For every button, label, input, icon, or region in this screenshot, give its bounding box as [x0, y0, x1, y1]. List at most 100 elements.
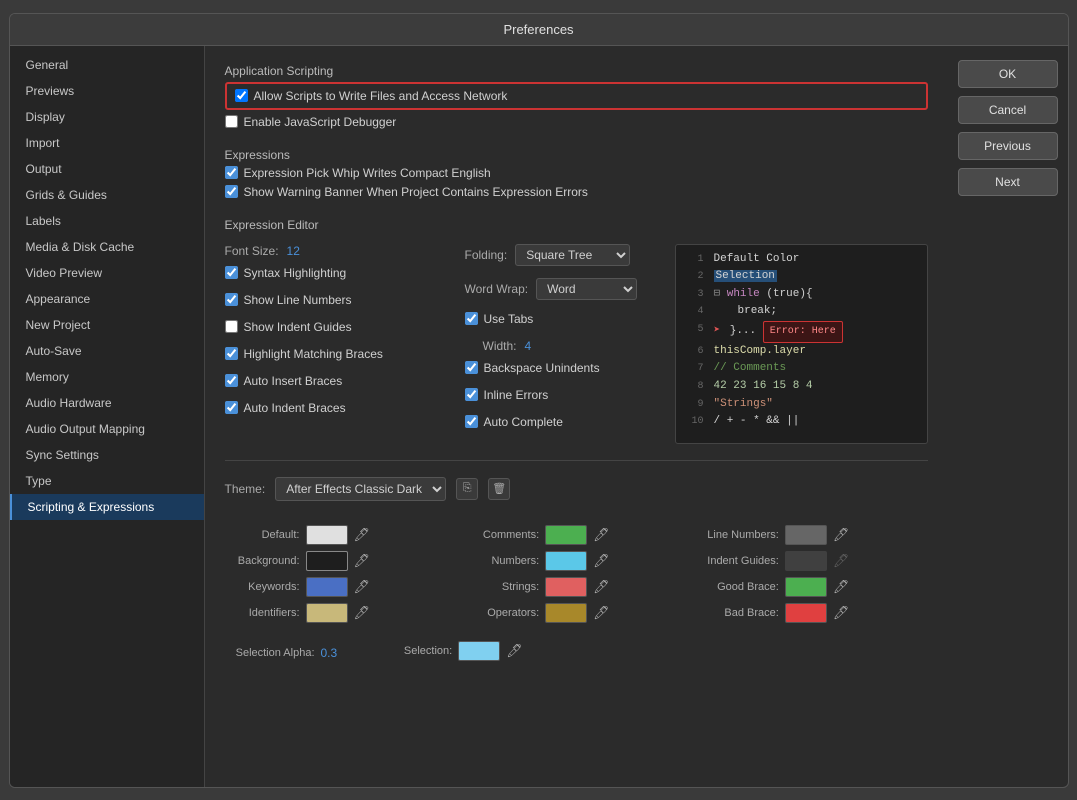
- sidebar-item-memory[interactable]: Memory: [10, 364, 204, 390]
- default-color-label: Default:: [225, 529, 300, 541]
- enable-debugger-checkbox[interactable]: [225, 115, 238, 128]
- auto-complete-checkbox[interactable]: [465, 415, 478, 428]
- sidebar-item-general[interactable]: General: [10, 52, 204, 78]
- sidebar-item-new-project[interactable]: New Project: [10, 312, 204, 338]
- comments-color-label: Comments:: [464, 529, 539, 541]
- line-numbers-color-label: Line Numbers:: [704, 529, 779, 541]
- cancel-button[interactable]: Cancel: [958, 96, 1058, 124]
- bad-brace-color-label: Bad Brace:: [704, 607, 779, 619]
- allow-scripts-checkbox[interactable]: [235, 89, 248, 102]
- allow-scripts-row[interactable]: Allow Scripts to Write Files and Access …: [225, 82, 928, 110]
- sidebar-item-output[interactable]: Output: [10, 156, 204, 182]
- pick-whip-checkbox[interactable]: [225, 166, 238, 179]
- use-tabs-row: Use Tabs: [465, 312, 655, 326]
- sidebar-item-labels[interactable]: Labels: [10, 208, 204, 234]
- selection-color-row: Selection: 🖊: [377, 641, 523, 661]
- keywords-color-swatch[interactable]: [306, 577, 348, 597]
- auto-indent-braces-label: Auto Indent Braces: [244, 401, 346, 415]
- auto-indent-braces-row: Auto Indent Braces: [225, 401, 445, 415]
- sidebar-item-auto-save[interactable]: Auto-Save: [10, 338, 204, 364]
- sidebar-item-scripting[interactable]: Scripting & Expressions: [10, 494, 204, 520]
- keywords-color-row: Keywords: 🖊: [225, 577, 449, 597]
- theme-row: Theme: After Effects Classic Dark After …: [225, 477, 928, 501]
- comments-eyedropper[interactable]: 🖊: [593, 527, 610, 543]
- show-warning-checkbox[interactable]: [225, 185, 238, 198]
- strings-eyedropper[interactable]: 🖊: [593, 579, 610, 595]
- auto-insert-braces-checkbox[interactable]: [225, 374, 238, 387]
- line-numbers-color-swatch[interactable]: [785, 525, 827, 545]
- identifiers-eyedropper[interactable]: 🖊: [354, 605, 371, 621]
- sidebar-item-display[interactable]: Display: [10, 104, 204, 130]
- sidebar-item-previews[interactable]: Previews: [10, 78, 204, 104]
- sidebar-item-audio-hardware[interactable]: Audio Hardware: [10, 390, 204, 416]
- strings-color-swatch[interactable]: [545, 577, 587, 597]
- selection-color-swatch[interactable]: [458, 641, 500, 661]
- next-button[interactable]: Next: [958, 168, 1058, 196]
- line-numbers-eyedropper[interactable]: 🖊: [833, 527, 850, 543]
- theme-delete-button[interactable]: 🗑: [488, 478, 510, 500]
- auto-indent-braces-checkbox[interactable]: [225, 401, 238, 414]
- width-label: Width:: [483, 339, 517, 353]
- indent-guides-color-label: Indent Guides:: [704, 555, 779, 567]
- show-indent-guides-row: Show Indent Guides: [225, 320, 445, 334]
- keywords-color-label: Keywords:: [225, 581, 300, 593]
- bad-brace-color-swatch[interactable]: [785, 603, 827, 623]
- backspace-unindents-checkbox[interactable]: [465, 361, 478, 374]
- sidebar-item-import[interactable]: Import: [10, 130, 204, 156]
- numbers-color-row: Numbers: 🖊: [464, 551, 688, 571]
- sidebar-item-media[interactable]: Media & Disk Cache: [10, 234, 204, 260]
- good-brace-color-label: Good Brace:: [704, 581, 779, 593]
- show-indent-guides-label: Show Indent Guides: [244, 320, 352, 334]
- selection-color-label: Selection:: [377, 645, 452, 657]
- syntax-highlighting-checkbox[interactable]: [225, 266, 238, 279]
- line-numbers-color-row: Line Numbers: 🖊: [704, 525, 928, 545]
- sidebar-item-audio-output[interactable]: Audio Output Mapping: [10, 416, 204, 442]
- allow-scripts-label: Allow Scripts to Write Files and Access …: [254, 89, 508, 103]
- background-eyedropper[interactable]: 🖊: [354, 553, 371, 569]
- operators-eyedropper[interactable]: 🖊: [593, 605, 610, 621]
- good-brace-eyedropper[interactable]: 🖊: [833, 579, 850, 595]
- show-indent-guides-checkbox[interactable]: [225, 320, 238, 333]
- comments-color-swatch[interactable]: [545, 525, 587, 545]
- operators-color-row: Operators: 🖊: [464, 603, 688, 623]
- bad-brace-eyedropper[interactable]: 🖊: [833, 605, 850, 621]
- sidebar-item-grids[interactable]: Grids & Guides: [10, 182, 204, 208]
- wordwrap-select[interactable]: Word None Character: [536, 278, 637, 300]
- numbers-color-swatch[interactable]: [545, 551, 587, 571]
- default-color-swatch[interactable]: [306, 525, 348, 545]
- background-color-swatch[interactable]: [306, 551, 348, 571]
- numbers-eyedropper[interactable]: 🖊: [593, 553, 610, 569]
- theme-copy-button[interactable]: ⎘: [456, 478, 478, 500]
- keywords-eyedropper[interactable]: 🖊: [354, 579, 371, 595]
- inline-errors-row: Inline Errors: [465, 388, 655, 402]
- indent-guides-color-row: Indent Guides: 🖊: [704, 551, 928, 571]
- folding-select[interactable]: Square Tree None Round Tree Flat: [515, 244, 630, 266]
- highlight-braces-checkbox[interactable]: [225, 347, 238, 360]
- use-tabs-checkbox[interactable]: [465, 312, 478, 325]
- pick-whip-row: Expression Pick Whip Writes Compact Engl…: [225, 166, 928, 180]
- auto-insert-braces-row: Auto Insert Braces: [225, 374, 445, 388]
- preferences-dialog: Preferences General Previews Display Imp…: [9, 13, 1069, 788]
- operators-color-swatch[interactable]: [545, 603, 587, 623]
- enable-debugger-label: Enable JavaScript Debugger: [244, 115, 397, 129]
- highlight-braces-label: Highlight Matching Braces: [244, 347, 383, 361]
- identifiers-color-swatch[interactable]: [306, 603, 348, 623]
- sidebar-item-type[interactable]: Type: [10, 468, 204, 494]
- good-brace-color-swatch[interactable]: [785, 577, 827, 597]
- inline-errors-checkbox[interactable]: [465, 388, 478, 401]
- default-eyedropper[interactable]: 🖊: [354, 527, 371, 543]
- strings-color-label: Strings:: [464, 581, 539, 593]
- font-size-label: Font Size:: [225, 244, 279, 258]
- backspace-unindents-label: Backspace Unindents: [484, 361, 600, 375]
- auto-complete-label: Auto Complete: [484, 415, 563, 429]
- identifiers-color-row: Identifiers: 🖊: [225, 603, 449, 623]
- selection-eyedropper[interactable]: 🖊: [506, 643, 523, 659]
- ok-button[interactable]: OK: [958, 60, 1058, 88]
- previous-button[interactable]: Previous: [958, 132, 1058, 160]
- sidebar-item-sync[interactable]: Sync Settings: [10, 442, 204, 468]
- background-color-label: Background:: [225, 555, 300, 567]
- sidebar-item-video-preview[interactable]: Video Preview: [10, 260, 204, 286]
- sidebar-item-appearance[interactable]: Appearance: [10, 286, 204, 312]
- theme-select[interactable]: After Effects Classic Dark After Effects…: [275, 477, 446, 501]
- show-line-numbers-checkbox[interactable]: [225, 293, 238, 306]
